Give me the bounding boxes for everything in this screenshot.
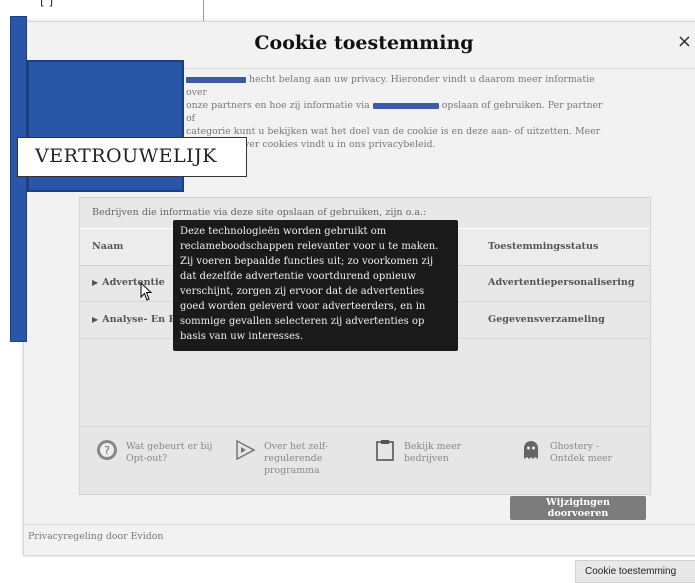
more-companies-label: Bekijk meer bedrijven [404, 441, 462, 464]
play-triangle-icon [236, 439, 256, 461]
privacy-by-evidon-link[interactable]: Privacyregeling door Evidon [28, 531, 163, 542]
dialog-title: Cookie toestemming [254, 32, 474, 54]
row-name-label: Advertentie [102, 277, 165, 288]
expand-arrow-icon: ▶ [92, 314, 99, 324]
clipboard-icon [376, 440, 394, 461]
background-text-fragment: [ ] [40, 0, 54, 8]
svg-text:?: ? [104, 444, 110, 457]
expand-arrow-icon: ▶ [92, 277, 99, 287]
panel-caption: Bedrijven die informatie via deze site o… [92, 207, 427, 218]
ghostery-label: Ghostery - Ontdek meer [550, 441, 613, 464]
opt-out-info-label: Wat gebeurt er bij Opt-out? [126, 441, 213, 464]
question-circle-icon: ? [97, 440, 117, 460]
panel-actions: ? Wat gebeurt er bij Opt-out? Over het z… [80, 426, 650, 493]
category-tooltip: Deze technologieën worden gebruikt om re… [173, 220, 458, 351]
self-regulation-label: Over het zelf-regulerende programma [264, 441, 329, 476]
confidential-label: VERTROUWELIJK [17, 137, 247, 177]
header-status: Toestemmingsstatus [488, 241, 599, 252]
mouse-pointer-icon [140, 282, 153, 301]
intro-text: hecht belang aan uw privacy. Hieronder v… [186, 73, 606, 151]
row-name-label: Analyse- En P [102, 314, 176, 325]
close-icon[interactable]: × [677, 31, 692, 52]
redacted-company-name [186, 76, 246, 83]
intro-line-3: categorie kunt u bekijken wat het doel v… [186, 126, 601, 137]
intro-part-2: onze partners en hoe zij informatie via [186, 100, 373, 111]
redaction-bar [10, 16, 27, 342]
row-status: Gegevensverzameling [488, 314, 605, 325]
row-name: ▶ Analyse- En P [92, 314, 176, 325]
apply-changes-button[interactable]: Wijzigingen doorvoeren [510, 496, 646, 520]
dialog-footer-divider [24, 524, 695, 525]
background-divider [203, 0, 204, 22]
intro-part-1: hecht belang aan uw privacy. Hieronder v… [186, 74, 595, 98]
page-background-strip: [ ] [0, 0, 695, 22]
redacted-site-name [372, 102, 439, 109]
ghost-icon [524, 441, 538, 459]
header-name: Naam [92, 241, 124, 252]
cookie-consent-tab[interactable]: Cookie toestemming [575, 560, 695, 583]
row-status: Advertentiepersonalisering [488, 277, 635, 288]
